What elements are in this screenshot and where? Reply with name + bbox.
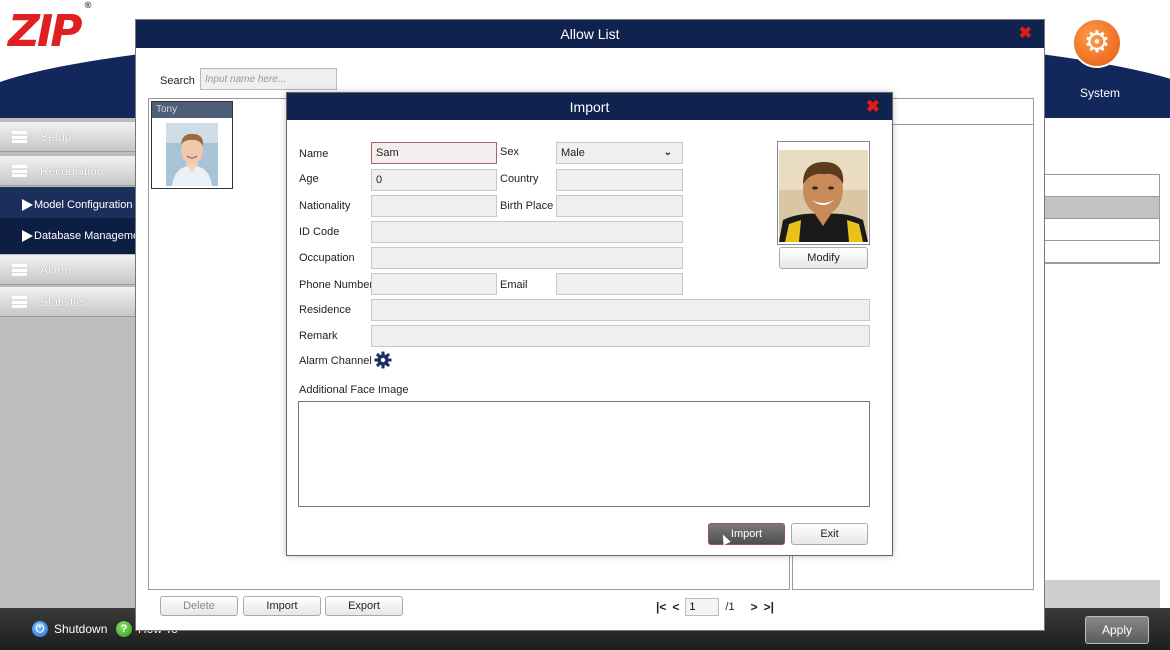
residence-field[interactable] bbox=[371, 299, 870, 321]
residence-label: Residence bbox=[299, 304, 351, 316]
portrait-photo bbox=[777, 141, 870, 245]
country-label: Country bbox=[500, 173, 539, 185]
email-field[interactable] bbox=[556, 273, 683, 295]
table-row bbox=[1045, 175, 1159, 197]
sidebar-item-alarm[interactable]: Alarm bbox=[0, 255, 135, 285]
phone-field[interactable] bbox=[371, 273, 497, 295]
last-page-icon[interactable]: >| bbox=[764, 600, 774, 614]
id-code-field[interactable] bbox=[371, 221, 683, 243]
alarm-channel-label: Alarm Channel bbox=[299, 355, 372, 367]
nationality-field[interactable] bbox=[371, 195, 497, 217]
allow-list-titlebar: Allow List ✖ bbox=[136, 20, 1044, 48]
face-photo bbox=[779, 150, 868, 242]
gear-icon[interactable] bbox=[374, 351, 392, 369]
prev-page-icon[interactable]: < bbox=[672, 600, 679, 614]
sidebar-item-database-management[interactable]: Database Management bbox=[0, 218, 135, 254]
birth-place-field[interactable] bbox=[556, 195, 683, 217]
remark-label: Remark bbox=[299, 330, 338, 342]
import-title: Import bbox=[569, 98, 610, 115]
age-label: Age bbox=[299, 173, 319, 185]
power-icon: ⏻ bbox=[32, 621, 48, 637]
page-total: /1 bbox=[725, 601, 735, 613]
shutdown-button[interactable]: ⏻ Shutdown bbox=[32, 621, 107, 637]
occupation-label: Occupation bbox=[299, 252, 355, 264]
country-field[interactable] bbox=[556, 169, 683, 191]
menu-icon bbox=[12, 165, 27, 177]
remark-field[interactable] bbox=[371, 325, 870, 347]
face-card[interactable]: Tony bbox=[151, 101, 233, 189]
first-page-icon[interactable]: |< bbox=[656, 600, 666, 614]
import-button[interactable]: Import bbox=[708, 523, 785, 545]
age-field[interactable] bbox=[371, 169, 497, 191]
sidebar-item-label: Database Management bbox=[34, 230, 135, 242]
phone-label: Phone Number bbox=[299, 279, 373, 291]
modify-button[interactable]: Modify bbox=[779, 247, 868, 269]
zip-logo: ZIP ® bbox=[8, 1, 93, 57]
import-dialog: Import ✖ Name Sex Male ⌄ Age Country Nat… bbox=[286, 92, 893, 556]
name-field[interactable] bbox=[371, 142, 497, 164]
email-label: Email bbox=[500, 279, 528, 291]
birth-place-label: Birth Place bbox=[500, 200, 554, 212]
next-page-icon[interactable]: > bbox=[751, 600, 758, 614]
sidebar-item-label: Model Configuration bbox=[34, 199, 133, 211]
shutdown-label: Shutdown bbox=[54, 622, 108, 636]
search-label: Search bbox=[160, 75, 195, 87]
name-label: Name bbox=[299, 148, 329, 160]
additional-face-label: Additional Face Image bbox=[299, 384, 409, 396]
menu-icon bbox=[12, 131, 27, 143]
system-label[interactable]: System bbox=[1080, 86, 1120, 100]
apply-button[interactable]: Apply bbox=[1085, 616, 1149, 644]
help-icon: ? bbox=[116, 621, 132, 637]
play-arrow-icon bbox=[22, 199, 33, 211]
face-photo bbox=[166, 123, 218, 186]
sidebar-item-label: Statistics bbox=[40, 294, 89, 309]
close-icon[interactable]: ✖ bbox=[866, 98, 880, 115]
export-button[interactable]: Export bbox=[325, 596, 403, 616]
pagination: |< < /1 > >| bbox=[656, 598, 774, 616]
close-icon[interactable]: ✖ bbox=[1019, 26, 1032, 42]
import-list-button[interactable]: Import bbox=[243, 596, 321, 616]
right-table bbox=[1044, 174, 1160, 264]
import-titlebar: Import ✖ bbox=[287, 93, 892, 120]
exit-button[interactable]: Exit bbox=[791, 523, 868, 545]
allow-list-title: Allow List bbox=[560, 26, 620, 42]
sidebar-item-recognition[interactable]: Recognition bbox=[0, 156, 135, 186]
sidebar-item-label: Setup bbox=[40, 129, 72, 144]
sidebar-item-label: Recognition bbox=[40, 163, 104, 178]
sex-select-value: Male bbox=[561, 147, 585, 159]
system-gear-icon[interactable]: ⚙ bbox=[1072, 18, 1122, 68]
right-panel bbox=[1044, 118, 1170, 608]
occupation-field[interactable] bbox=[371, 247, 683, 269]
id-code-label: ID Code bbox=[299, 226, 340, 238]
delete-button[interactable]: Delete bbox=[160, 596, 238, 616]
sidebar-item-setup[interactable]: Setup bbox=[0, 122, 135, 152]
chevron-down-icon: ⌄ bbox=[663, 147, 672, 158]
sidebar-item-label: Alarm bbox=[40, 262, 72, 277]
nationality-label: Nationality bbox=[299, 200, 351, 212]
table-row[interactable] bbox=[1045, 197, 1159, 219]
menu-icon bbox=[12, 296, 27, 308]
search-input[interactable] bbox=[200, 68, 337, 90]
table-row bbox=[1045, 241, 1159, 263]
additional-face-area[interactable] bbox=[298, 401, 870, 507]
menu-icon bbox=[12, 264, 27, 276]
sex-select[interactable]: Male ⌄ bbox=[556, 142, 683, 164]
left-sidebar: Setup Recognition Model Configuration Da… bbox=[0, 118, 135, 608]
table-row bbox=[1045, 219, 1159, 241]
page-number-input[interactable] bbox=[685, 598, 720, 616]
sidebar-item-statistics[interactable]: Statistics bbox=[0, 287, 135, 317]
sex-label: Sex bbox=[500, 146, 519, 158]
face-card-name: Tony bbox=[152, 102, 232, 118]
right-panel-footer bbox=[1044, 580, 1160, 608]
play-arrow-icon bbox=[22, 230, 33, 242]
